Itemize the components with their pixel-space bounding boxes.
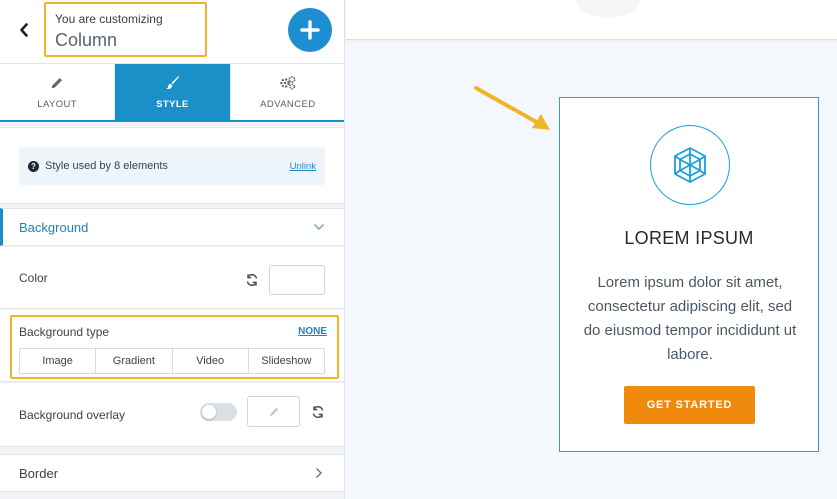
reset-overlay-icon[interactable]: [310, 404, 326, 420]
tab-label: STYLE: [156, 98, 189, 110]
customizing-indicator: You are customizing Column: [44, 2, 207, 57]
color-picker-swatch[interactable]: [269, 265, 325, 295]
background-type-video-button[interactable]: Video: [173, 349, 249, 373]
style-usage-text: Style used by 8 elements: [45, 160, 168, 172]
get-started-button[interactable]: GET STARTED: [624, 386, 755, 424]
card-description: Lorem ipsum dolor sit amet, consectetur …: [583, 274, 797, 363]
border-section-title: Border: [19, 465, 59, 481]
color-label: Color: [19, 270, 48, 285]
chevron-left-icon: [20, 23, 28, 37]
plus-icon: [300, 20, 320, 40]
background-type-options: Image Gradient Video Slideshow: [19, 348, 325, 374]
background-type-image-button[interactable]: Image: [20, 349, 97, 373]
geodesic-sphere-icon: [650, 125, 730, 205]
border-section-header[interactable]: Border: [0, 454, 344, 492]
background-overlay-label: Background overlay: [19, 407, 126, 422]
brush-icon: [165, 75, 180, 91]
reset-color-icon[interactable]: [244, 272, 260, 288]
card-title: LOREM IPSUM: [624, 228, 754, 248]
preview-top-element: [576, 0, 640, 18]
back-button[interactable]: [14, 20, 34, 40]
element-name: Column: [55, 30, 118, 50]
background-overlay-row: Background overlay: [0, 383, 344, 447]
background-type-highlight: Background type NONE Image Gradient Vide…: [10, 315, 339, 379]
color-row: Color: [0, 247, 344, 309]
question-icon: ?: [28, 160, 39, 172]
overlay-color-picker[interactable]: [247, 396, 300, 427]
background-section-title: Background: [19, 219, 89, 235]
style-usage-section: ? Style used by 8 elements Unlink: [0, 127, 344, 204]
background-type-label: Background type: [19, 325, 110, 339]
background-type-none-link[interactable]: NONE: [298, 326, 327, 337]
column-preview-card[interactable]: LOREM IPSUM Lorem ipsum dolor sit amet, …: [559, 97, 819, 452]
chevron-right-icon: [309, 463, 329, 483]
toggle-knob: [202, 405, 216, 419]
pencil-icon: [269, 407, 278, 416]
tab-label: ADVANCED: [260, 98, 316, 110]
background-type-row: Background type NONE Image Gradient Vide…: [0, 310, 344, 382]
preview-top-bar: [346, 0, 837, 40]
customizer-panel: You are customizing Column LAYOUT STYLE …: [0, 0, 345, 499]
unlink-link[interactable]: Unlink: [290, 161, 316, 172]
background-overlay-toggle[interactable]: [200, 403, 237, 421]
add-element-button[interactable]: [288, 8, 332, 52]
gears-icon: [279, 75, 297, 91]
background-section-header[interactable]: Background: [0, 208, 344, 246]
tab-advanced[interactable]: ADVANCED: [231, 64, 344, 120]
pencil-icon: [50, 75, 64, 91]
chevron-down-icon: [309, 217, 329, 237]
tab-layout[interactable]: LAYOUT: [0, 64, 116, 120]
panel-tabs: LAYOUT STYLE ADVANCED: [0, 64, 344, 122]
customizing-label: You are customizing: [55, 12, 163, 26]
panel-header: You are customizing Column: [0, 0, 344, 64]
style-usage-notice: ? Style used by 8 elements Unlink: [19, 147, 325, 185]
background-type-gradient-button[interactable]: Gradient: [96, 349, 173, 373]
pointer-arrow-icon: [474, 86, 550, 130]
background-type-slideshow-button[interactable]: Slideshow: [249, 349, 324, 373]
tab-label: LAYOUT: [37, 98, 78, 110]
tab-style[interactable]: STYLE: [115, 64, 231, 120]
